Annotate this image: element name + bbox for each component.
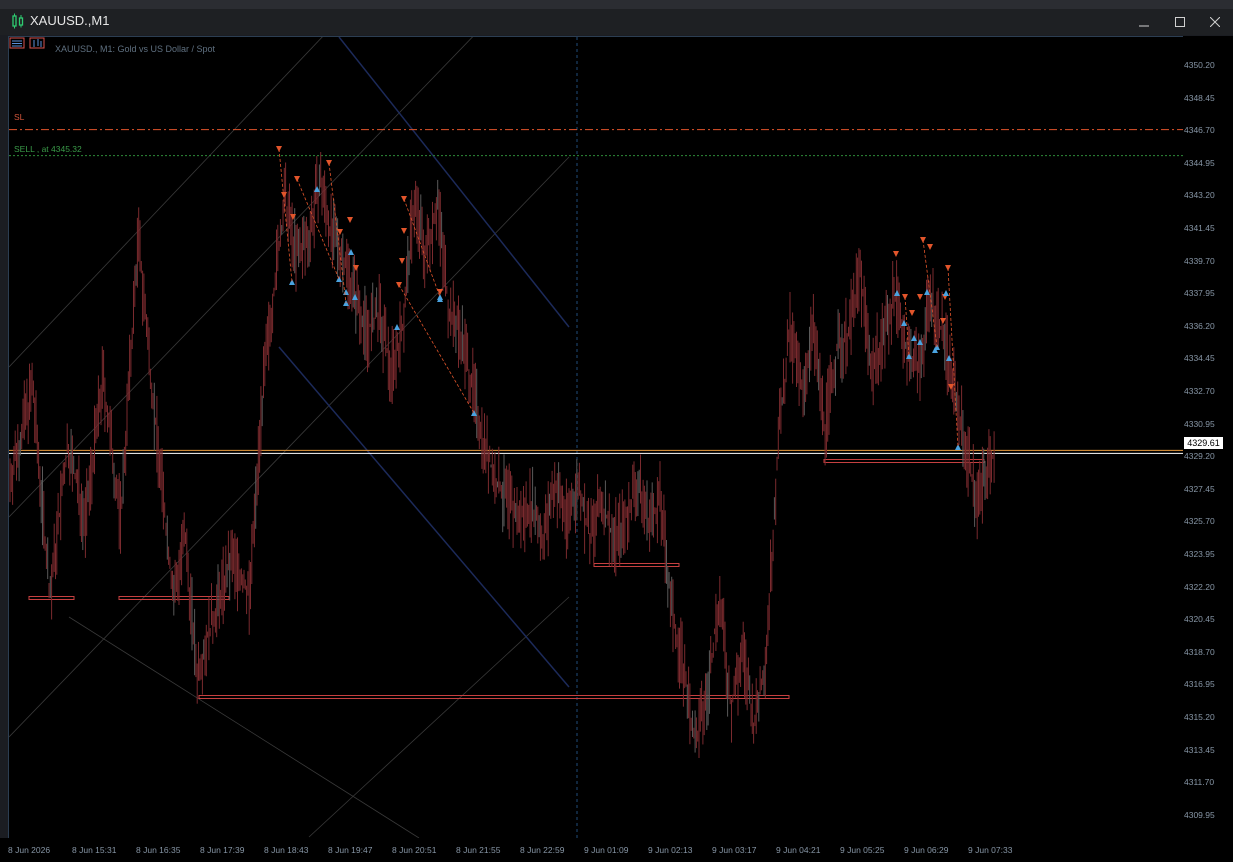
- time-tick-label: 9 Jun 05:25: [840, 845, 885, 855]
- price-tick-label: 4339.70: [1184, 255, 1215, 266]
- price-tick-label: 4318.70: [1184, 646, 1215, 657]
- time-tick-label: 8 Jun 21:55: [456, 845, 501, 855]
- sell-marker: [347, 217, 353, 223]
- price-tick-label: 4332.70: [1184, 386, 1215, 396]
- maximize-icon: [1175, 17, 1185, 27]
- price-tick-label: 4350.20: [1184, 60, 1215, 70]
- price-tick-label: 4315.20: [1184, 712, 1215, 722]
- price-tick-label: 4327.45: [1184, 483, 1215, 494]
- chart-symbol-label: XAUUSD., M1: Gold vs US Dollar / Spot: [55, 44, 216, 54]
- price-tick-label: 4330.95: [1184, 418, 1215, 429]
- time-tick-label: 9 Jun 01:09: [584, 845, 629, 855]
- channel-line: [278, 346, 570, 688]
- price-tick-label: 4316.95: [1184, 679, 1215, 690]
- sell-order-label[interactable]: SELL , at 4345.32: [14, 144, 82, 154]
- time-tick-label: 8 Jun 20:51: [392, 845, 437, 855]
- time-tick-label: 9 Jun 02:13: [648, 845, 693, 855]
- price-tick-label: 4334.45: [1184, 353, 1215, 364]
- sell-marker: [917, 294, 923, 300]
- channel-line: [338, 37, 570, 328]
- time-tick-label: 9 Jun 04:21: [776, 845, 821, 855]
- sell-marker: [353, 265, 359, 271]
- buy-marker: [394, 324, 400, 330]
- price-tick-label: 4344.95: [1184, 157, 1215, 168]
- sell-marker: [401, 228, 407, 234]
- price-tick-label: 4336.20: [1184, 320, 1215, 331]
- zone-box: [823, 459, 985, 463]
- price-tick-label: 4325.70: [1184, 516, 1215, 527]
- price-tick-label: 4341.45: [1184, 223, 1215, 233]
- price-tick-label: 4322.20: [1184, 581, 1215, 592]
- candlestick-icon: [12, 13, 24, 29]
- price-tick-label: 4309.95: [1184, 809, 1215, 820]
- price-tick-label: 4329.20: [1184, 451, 1215, 462]
- maximize-button[interactable]: [1162, 9, 1198, 35]
- sl-label: SL: [14, 112, 25, 122]
- trend-line: [68, 616, 420, 838]
- price-tick-label: 4343.20: [1184, 190, 1215, 201]
- sell-marker: [399, 258, 405, 264]
- sell-marker: [909, 310, 915, 316]
- price-tick-label: 4320.45: [1184, 614, 1215, 625]
- time-tick-label: 8 Jun 22:59: [520, 845, 565, 855]
- time-tick-label: 9 Jun 07:33: [968, 845, 1013, 855]
- time-tick-label: 8 Jun 15:31: [72, 845, 117, 855]
- close-button[interactable]: [1197, 9, 1233, 35]
- sell-marker: [927, 244, 933, 250]
- top-strip: [0, 0, 1233, 9]
- price-chart[interactable]: [9, 37, 1183, 838]
- sell-marker: [940, 318, 946, 324]
- chart-area[interactable]: XAUUSD., M1: Gold vs US Dollar / Spot SL…: [8, 36, 1184, 839]
- chart-header-icons[interactable]: [9, 37, 45, 49]
- price-tick-label: 4346.70: [1184, 125, 1215, 136]
- window-titlebar: XAUUSD.,M1: [0, 9, 1233, 35]
- price-tick-label: 4311.70: [1184, 777, 1215, 788]
- window-title: XAUUSD.,M1: [30, 13, 110, 28]
- time-tick-label: 8 Jun 19:47: [328, 845, 373, 855]
- price-tick-label: 4313.45: [1184, 744, 1215, 755]
- trend-line: [308, 596, 570, 838]
- current-price-badge: 4329.61: [1184, 437, 1223, 449]
- buy-marker: [943, 290, 949, 296]
- time-tick-label: 9 Jun 06:29: [904, 845, 949, 855]
- time-tick-label: 8 Jun 17:39: [200, 845, 245, 855]
- time-tick-label: 8 Jun 16:35: [136, 845, 181, 855]
- minimize-icon: [1139, 25, 1149, 27]
- time-tick-label: 8 Jun 2026: [8, 845, 51, 855]
- price-tick-label: 4323.95: [1184, 549, 1215, 559]
- sell-marker: [893, 251, 899, 257]
- close-icon: [1210, 17, 1220, 27]
- minimize-button[interactable]: [1126, 9, 1162, 35]
- time-tick-label: 8 Jun 18:43: [264, 845, 309, 855]
- time-tick-label: 9 Jun 03:17: [712, 845, 757, 855]
- price-tick-label: 4337.95: [1184, 288, 1215, 299]
- price-tick-label: 4348.45: [1184, 92, 1215, 103]
